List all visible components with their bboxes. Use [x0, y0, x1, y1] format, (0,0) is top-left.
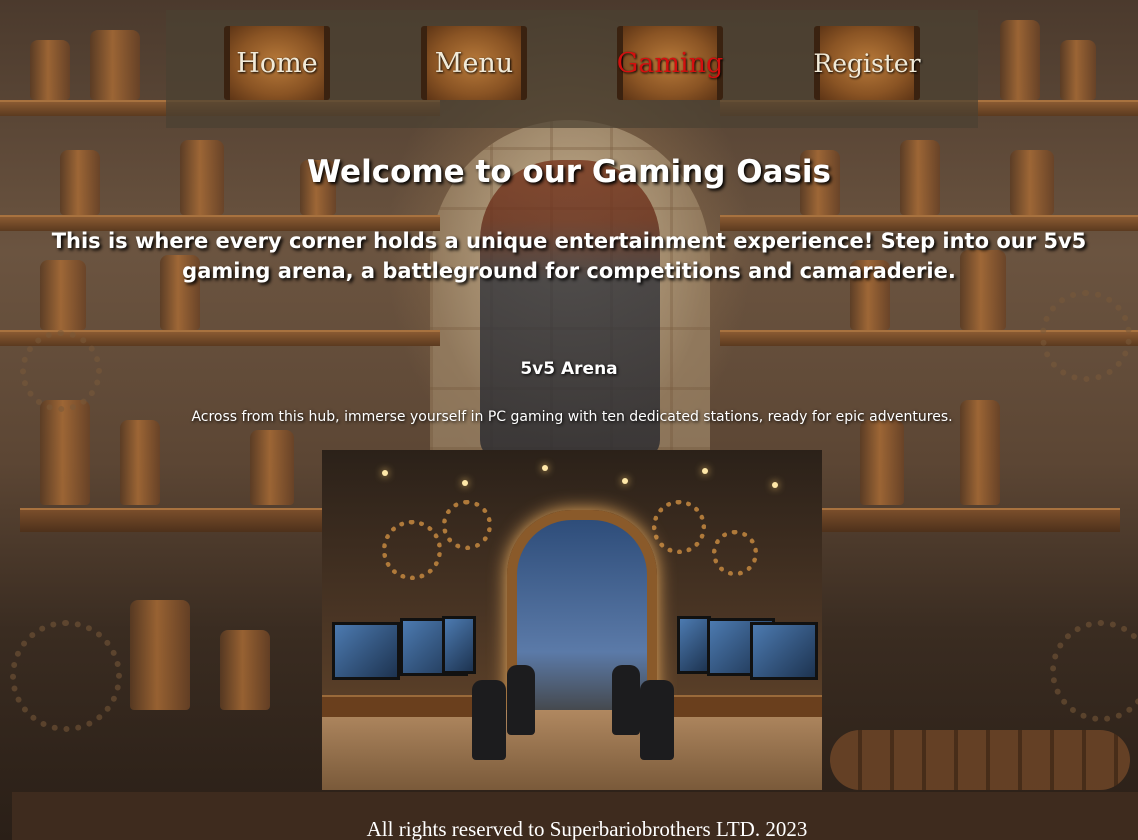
- gaming-chair: [472, 680, 506, 760]
- page-intro: This is where every corner holds a uniqu…: [51, 229, 1087, 283]
- gaming-desk: [657, 695, 822, 717]
- nav-menu-link[interactable]: Menu: [421, 26, 527, 100]
- background-bottle: [30, 40, 70, 100]
- gaming-chair: [612, 665, 640, 735]
- ceiling-light: [772, 482, 778, 488]
- arena-section-title: 5v5 Arena: [520, 359, 618, 379]
- background-bottle: [120, 420, 160, 505]
- background-gear: [1050, 620, 1138, 722]
- nav-register-link[interactable]: Register: [813, 26, 921, 100]
- background-bottle: [250, 430, 294, 505]
- decorative-gear: [712, 530, 758, 576]
- decorative-gear: [382, 520, 442, 580]
- arena-section-description: Across from this hub, immerse yourself i…: [191, 409, 953, 425]
- arena-photo: [322, 450, 822, 790]
- nav-home-link[interactable]: Home: [224, 26, 330, 100]
- background-bottle: [1060, 40, 1096, 100]
- copyright-text: All rights reserved to Superbariobrother…: [366, 817, 808, 840]
- ceiling-light: [462, 480, 468, 486]
- decorative-gear: [442, 500, 492, 550]
- ceiling-light: [702, 468, 708, 474]
- gaming-chair: [640, 680, 674, 760]
- gaming-desk: [322, 695, 492, 717]
- ceiling-light: [622, 478, 628, 484]
- decorative-gear: [652, 500, 706, 554]
- arena-floor: [322, 710, 822, 790]
- page-footer: All rights reserved to Superbariobrother…: [12, 792, 1138, 840]
- ceiling-light: [542, 465, 548, 471]
- background-bottle: [130, 600, 190, 710]
- ceiling-light: [382, 470, 388, 476]
- background-barrel: [830, 730, 1130, 790]
- background-bottle: [860, 420, 904, 505]
- page-title: Welcome to our Gaming Oasis: [306, 154, 832, 190]
- pc-monitor: [677, 616, 711, 674]
- nav-gaming-link[interactable]: Gaming: [617, 26, 723, 100]
- background-bottle: [1000, 20, 1040, 100]
- background-gear: [10, 620, 122, 732]
- pc-monitor: [442, 616, 476, 674]
- background-bottle: [90, 30, 140, 100]
- pc-monitor: [750, 622, 818, 680]
- pc-monitor: [332, 622, 400, 680]
- gaming-chair: [507, 665, 535, 735]
- main-navbar: Home Menu Gaming Register: [166, 10, 978, 128]
- background-bottle: [220, 630, 270, 710]
